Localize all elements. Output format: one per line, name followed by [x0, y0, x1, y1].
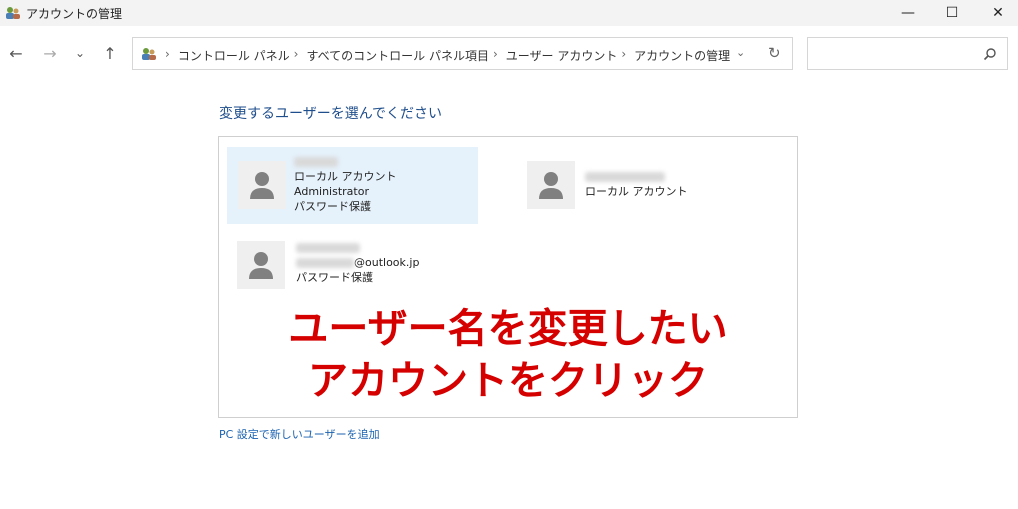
user-icon: [249, 252, 273, 279]
blurred-username: [296, 240, 419, 255]
account-info: @outlook.jp パスワード保護: [296, 240, 419, 285]
breadcrumb: › コントロール パネル › すべてのコントロール パネル項目 › ユーザー ア…: [165, 47, 730, 64]
user-accounts-icon: [142, 48, 156, 60]
account-tile-local[interactable]: ローカル アカウント: [519, 155, 719, 211]
back-button[interactable]: ←: [4, 41, 28, 65]
refresh-icon[interactable]: ↻: [768, 44, 781, 62]
breadcrumb-user-accounts[interactable]: ユーザー アカウント: [506, 47, 618, 64]
account-info: ローカル アカウント: [585, 169, 688, 199]
account-tile-microsoft[interactable]: @outlook.jp パスワード保護: [229, 233, 449, 293]
password-status: パスワード保護: [294, 200, 371, 213]
recent-locations-button[interactable]: ⌄: [68, 41, 92, 65]
breadcrumb-separator: ›: [165, 47, 170, 61]
breadcrumb-all-items[interactable]: すべてのコントロール パネル項目: [306, 47, 489, 64]
user-icon: [250, 172, 274, 199]
avatar: [238, 161, 286, 209]
close-button[interactable]: ✕: [975, 0, 1018, 26]
account-email: @outlook.jp: [296, 255, 419, 270]
email-domain: @outlook.jp: [354, 256, 420, 269]
address-bar[interactable]: › コントロール パネル › すべてのコントロール パネル項目 › ユーザー ア…: [132, 37, 793, 70]
account-info: ローカル アカウント Administrator パスワード保護: [294, 154, 397, 214]
title-bar: アカウントの管理 — ☐ ✕: [0, 0, 1018, 26]
breadcrumb-separator[interactable]: ›: [621, 47, 626, 64]
account-tile-administrator[interactable]: ローカル アカウント Administrator パスワード保護: [227, 147, 478, 224]
breadcrumb-manage-accounts[interactable]: アカウントの管理: [634, 47, 730, 64]
breadcrumb-separator[interactable]: ›: [493, 47, 498, 64]
window-title: アカウントの管理: [26, 7, 123, 21]
add-user-link[interactable]: PC 設定で新しいユーザーを追加: [219, 426, 380, 442]
account-role: Administrator: [294, 185, 369, 198]
account-type: ローカル アカウント: [585, 185, 688, 198]
page-title: 変更するユーザーを選んでください: [219, 106, 443, 122]
chevron-down-icon[interactable]: ⌄: [736, 46, 745, 59]
user-accounts-icon: [6, 7, 20, 19]
avatar: [527, 161, 575, 209]
minimize-button[interactable]: —: [885, 0, 931, 26]
annotation-line-1: ユーザー名を変更したい: [288, 306, 728, 352]
maximize-button[interactable]: ☐: [929, 0, 975, 26]
breadcrumb-separator[interactable]: ›: [294, 47, 299, 64]
search-input[interactable]: [807, 37, 1008, 70]
up-button[interactable]: ↑: [98, 41, 122, 65]
password-status: パスワード保護: [296, 271, 373, 284]
annotation-line-2: アカウントをクリック: [308, 358, 708, 404]
blurred-username: [585, 169, 688, 184]
forward-button[interactable]: →: [38, 41, 62, 65]
annotation-overlay: ユーザー名を変更したい アカウントをクリック: [218, 303, 798, 407]
user-icon: [539, 172, 563, 199]
breadcrumb-control-panel[interactable]: コントロール パネル: [178, 47, 290, 64]
account-type: ローカル アカウント: [294, 170, 397, 183]
search-icon[interactable]: [983, 47, 997, 61]
avatar: [237, 241, 285, 289]
blurred-username: [294, 154, 397, 169]
